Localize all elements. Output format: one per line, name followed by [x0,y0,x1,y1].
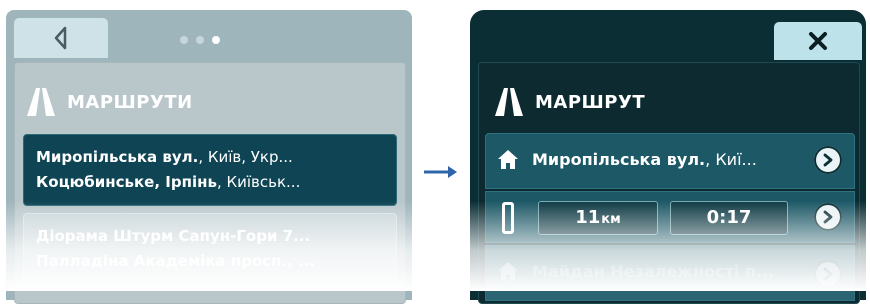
route-stats-open-button[interactable] [814,203,842,231]
close-button[interactable] [774,22,862,60]
chevron-right-icon [823,267,833,281]
page-dot [180,36,188,44]
road-icon [495,88,523,116]
route-panel: МАРШРУТ Миропільська вул., Киї... 11 км 0… [478,62,860,304]
route-destination: Палладіна Академіка просп., ... [36,252,316,270]
route-progress-bar [502,202,514,234]
route-start-row[interactable]: Миропільська вул., Киї... [485,133,855,189]
route-stats-row[interactable]: 11 км 0:17 [485,191,855,243]
distance-value: 11 [575,207,601,228]
route-destination-open-button[interactable] [814,260,842,288]
route-detail-screen: МАРШРУТ Миропільська вул., Киї... 11 км 0… [470,10,866,304]
distance-display: 11 км [538,201,658,235]
routes-header: МАРШРУТИ [25,87,193,117]
route-start: Діорама Штурм Сапун-Гори 7... [36,227,311,245]
route-start: Миропільська вул., Київ, Укр... [36,148,293,166]
page-title: МАРШРУТ [535,91,646,113]
route-destination: Коцюбинське, Ірпінь, Київськ... [36,173,301,191]
back-button[interactable] [14,18,108,58]
route-start-open-button[interactable] [814,146,842,174]
page-dot [196,36,204,44]
page-indicator [180,36,220,44]
chevron-right-icon [823,153,833,167]
route-destination-row[interactable]: Майдан Незалежності п... [485,245,855,301]
route-start-label: Миропільська вул., Киї... [532,150,757,169]
distance-unit: км [601,212,621,227]
transition-arrow-icon [424,166,457,178]
home-icon [498,150,518,169]
routes-panel: МАРШРУТИ Миропільська вул., Київ, Укр...… [14,62,406,304]
back-arrow-icon [54,26,67,50]
route-header: МАРШРУТ [493,87,645,117]
routes-list-screen: МАРШРУТИ Миропільська вул., Київ, Укр...… [6,10,412,304]
route-destination-label: Майдан Незалежності п... [532,262,775,281]
road-icon [27,88,55,116]
route-item[interactable]: Діорама Штурм Сапун-Гори 7... Палладіна … [23,213,397,285]
route-item-selected[interactable]: Миропільська вул., Київ, Укр... Коцюбинс… [23,134,397,206]
home-icon [498,262,518,281]
duration-value: 0:17 [706,207,752,228]
chevron-right-icon [823,210,833,224]
duration-display: 0:17 [670,201,788,235]
page-dot-active [212,36,220,44]
page-title: МАРШРУТИ [67,91,193,113]
close-icon [809,32,827,50]
